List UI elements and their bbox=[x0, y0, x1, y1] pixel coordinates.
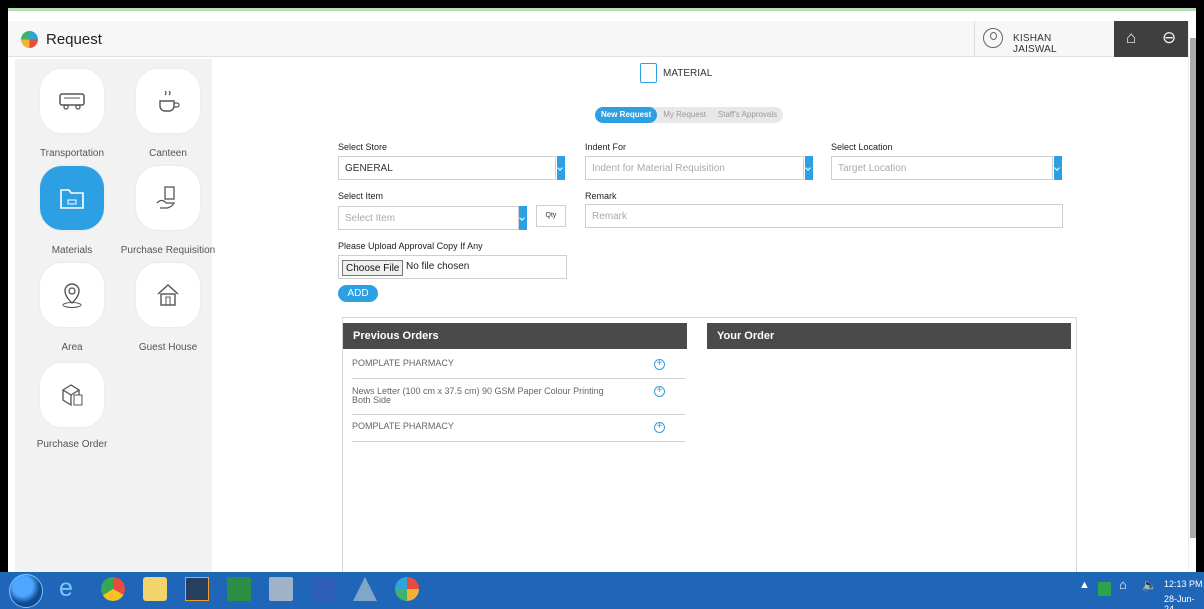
chevron-down-icon[interactable] bbox=[557, 156, 565, 180]
add-order-icon[interactable]: + bbox=[654, 386, 665, 397]
purchase-order-tile[interactable] bbox=[40, 363, 104, 427]
user-name: KISHAN JAISWAL bbox=[1013, 33, 1057, 55]
header-tools: ⌂ ⊖ bbox=[1114, 21, 1196, 57]
volume-icon[interactable]: 🔈 bbox=[1142, 578, 1157, 592]
hand-document-icon bbox=[156, 186, 176, 209]
add-button[interactable]: ADD bbox=[338, 285, 378, 302]
store-select[interactable]: GENERAL bbox=[338, 156, 556, 180]
location-select[interactable]: Target Location bbox=[831, 156, 1053, 180]
your-order-header: Your Order bbox=[707, 323, 1071, 349]
folder-icon bbox=[60, 189, 84, 209]
top-header: Request KISHAN JAISWAL ⌂ ⊖ bbox=[8, 21, 1196, 57]
scroll-thumb[interactable] bbox=[1190, 38, 1196, 538]
chevron-down-icon[interactable] bbox=[805, 156, 813, 180]
box-list-icon bbox=[61, 384, 83, 407]
canteen-tile[interactable] bbox=[136, 69, 200, 133]
home-icon[interactable]: ⌂ bbox=[1126, 28, 1136, 48]
item-label: Select Item bbox=[338, 191, 384, 201]
tab-my-request[interactable]: My Request bbox=[657, 107, 712, 123]
top-accent-line bbox=[8, 8, 1196, 19]
windows-taskbar: e ▲ ⌂ 🔈 12:13 PM 28-Jun-24 bbox=[0, 572, 1204, 609]
clock-date[interactable]: 28-Jun-24 bbox=[1164, 594, 1204, 609]
file-explorer-icon[interactable] bbox=[143, 577, 167, 601]
page-title: MATERIAL bbox=[663, 68, 713, 79]
bus-icon bbox=[59, 93, 85, 110]
house-icon bbox=[157, 284, 179, 306]
guest-house-tile[interactable] bbox=[136, 263, 200, 327]
remark-input[interactable]: Remark bbox=[585, 204, 1063, 228]
file-upload-field[interactable]: Choose File No file chosen bbox=[338, 255, 567, 279]
indent-label: Indent For bbox=[585, 142, 627, 152]
logout-icon[interactable]: ⊖ bbox=[1162, 28, 1176, 48]
internet-explorer-icon[interactable]: e bbox=[59, 574, 83, 602]
chevron-down-icon[interactable] bbox=[519, 206, 527, 230]
material-request-form: MATERIAL New Request My Request Staff's … bbox=[212, 59, 1196, 572]
excel-icon[interactable] bbox=[227, 577, 251, 601]
order-name: POMPLATE PHARMACY bbox=[352, 358, 454, 368]
sidebar-item-label: Guest House bbox=[138, 342, 198, 353]
area-tile[interactable] bbox=[40, 263, 104, 327]
user-icon bbox=[983, 28, 1003, 48]
order-row[interactable]: POMPLATE PHARMACY + bbox=[352, 415, 685, 442]
transportation-tile[interactable] bbox=[40, 69, 104, 133]
purchase-requisition-tile[interactable] bbox=[136, 166, 200, 230]
sidebar-item-label: Purchase Requisition bbox=[120, 245, 216, 256]
upload-label: Please Upload Approval Copy If Any bbox=[338, 241, 483, 251]
add-order-icon[interactable]: + bbox=[654, 422, 665, 433]
request-tabs: New Request My Request Staff's Approvals bbox=[595, 107, 784, 123]
item-select[interactable]: Select Item bbox=[338, 206, 519, 230]
tab-staff-approvals[interactable]: Staff's Approvals bbox=[712, 107, 783, 123]
order-row[interactable]: POMPLATE PHARMACY + bbox=[352, 352, 685, 379]
media-player-icon[interactable] bbox=[185, 577, 209, 601]
calculator-icon[interactable] bbox=[269, 577, 293, 601]
word-icon[interactable] bbox=[311, 577, 335, 601]
quantity-input[interactable]: Qty bbox=[536, 205, 566, 227]
location-pin-icon bbox=[62, 283, 82, 308]
sidebar-item-label: Purchase Order bbox=[36, 439, 108, 450]
module-sidebar: Transportation Canteen Materials Purchas… bbox=[15, 59, 215, 572]
chevron-down-icon[interactable] bbox=[1054, 156, 1062, 180]
sidebar-item-label: Canteen bbox=[149, 148, 187, 159]
show-hidden-icons-icon[interactable]: ▲ bbox=[1079, 579, 1090, 591]
app-title: Request bbox=[46, 31, 102, 48]
orders-panel: Previous Orders Your Order POMPLATE PHAR… bbox=[342, 317, 1077, 572]
app-logo-icon bbox=[21, 31, 38, 48]
add-order-icon[interactable]: + bbox=[654, 359, 665, 370]
material-folder-icon bbox=[640, 63, 657, 83]
network-icon[interactable]: ⌂ bbox=[1119, 577, 1127, 592]
page-scrollbar[interactable] bbox=[1188, 20, 1196, 572]
choose-file-button[interactable]: Choose File bbox=[342, 260, 404, 276]
sidebar-item-label: Transportation bbox=[39, 148, 105, 159]
order-name: News Letter (100 cm x 37.5 cm) 90 GSM Pa… bbox=[352, 386, 604, 405]
chrome-icon[interactable] bbox=[101, 577, 125, 601]
clock-time[interactable]: 12:13 PM bbox=[1164, 579, 1203, 589]
sidebar-item-label: Area bbox=[61, 342, 83, 353]
remark-label: Remark bbox=[585, 191, 617, 201]
location-label: Select Location bbox=[831, 142, 893, 152]
previous-orders-header: Previous Orders bbox=[343, 323, 687, 349]
user-menu[interactable]: KISHAN JAISWAL bbox=[974, 21, 1094, 57]
browser-window: Request KISHAN JAISWAL ⌂ ⊖ Transportatio… bbox=[8, 8, 1196, 572]
order-row[interactable]: News Letter (100 cm x 37.5 cm) 90 GSM Pa… bbox=[352, 380, 685, 415]
indent-select[interactable]: Indent for Material Requisition bbox=[585, 156, 804, 180]
coffee-cup-icon bbox=[159, 90, 180, 112]
materials-tile[interactable] bbox=[40, 166, 104, 230]
store-label: Select Store bbox=[338, 142, 388, 152]
file-status: No file chosen bbox=[406, 261, 470, 272]
sidebar-item-label: Materials bbox=[51, 245, 93, 256]
windows-start-icon[interactable] bbox=[9, 574, 43, 608]
paint-icon[interactable] bbox=[353, 577, 377, 601]
tab-new-request[interactable]: New Request bbox=[595, 107, 658, 123]
order-name: POMPLATE PHARMACY bbox=[352, 421, 454, 431]
app-chrome-profile-icon[interactable] bbox=[395, 577, 419, 601]
quickheal-icon[interactable] bbox=[1098, 582, 1111, 596]
